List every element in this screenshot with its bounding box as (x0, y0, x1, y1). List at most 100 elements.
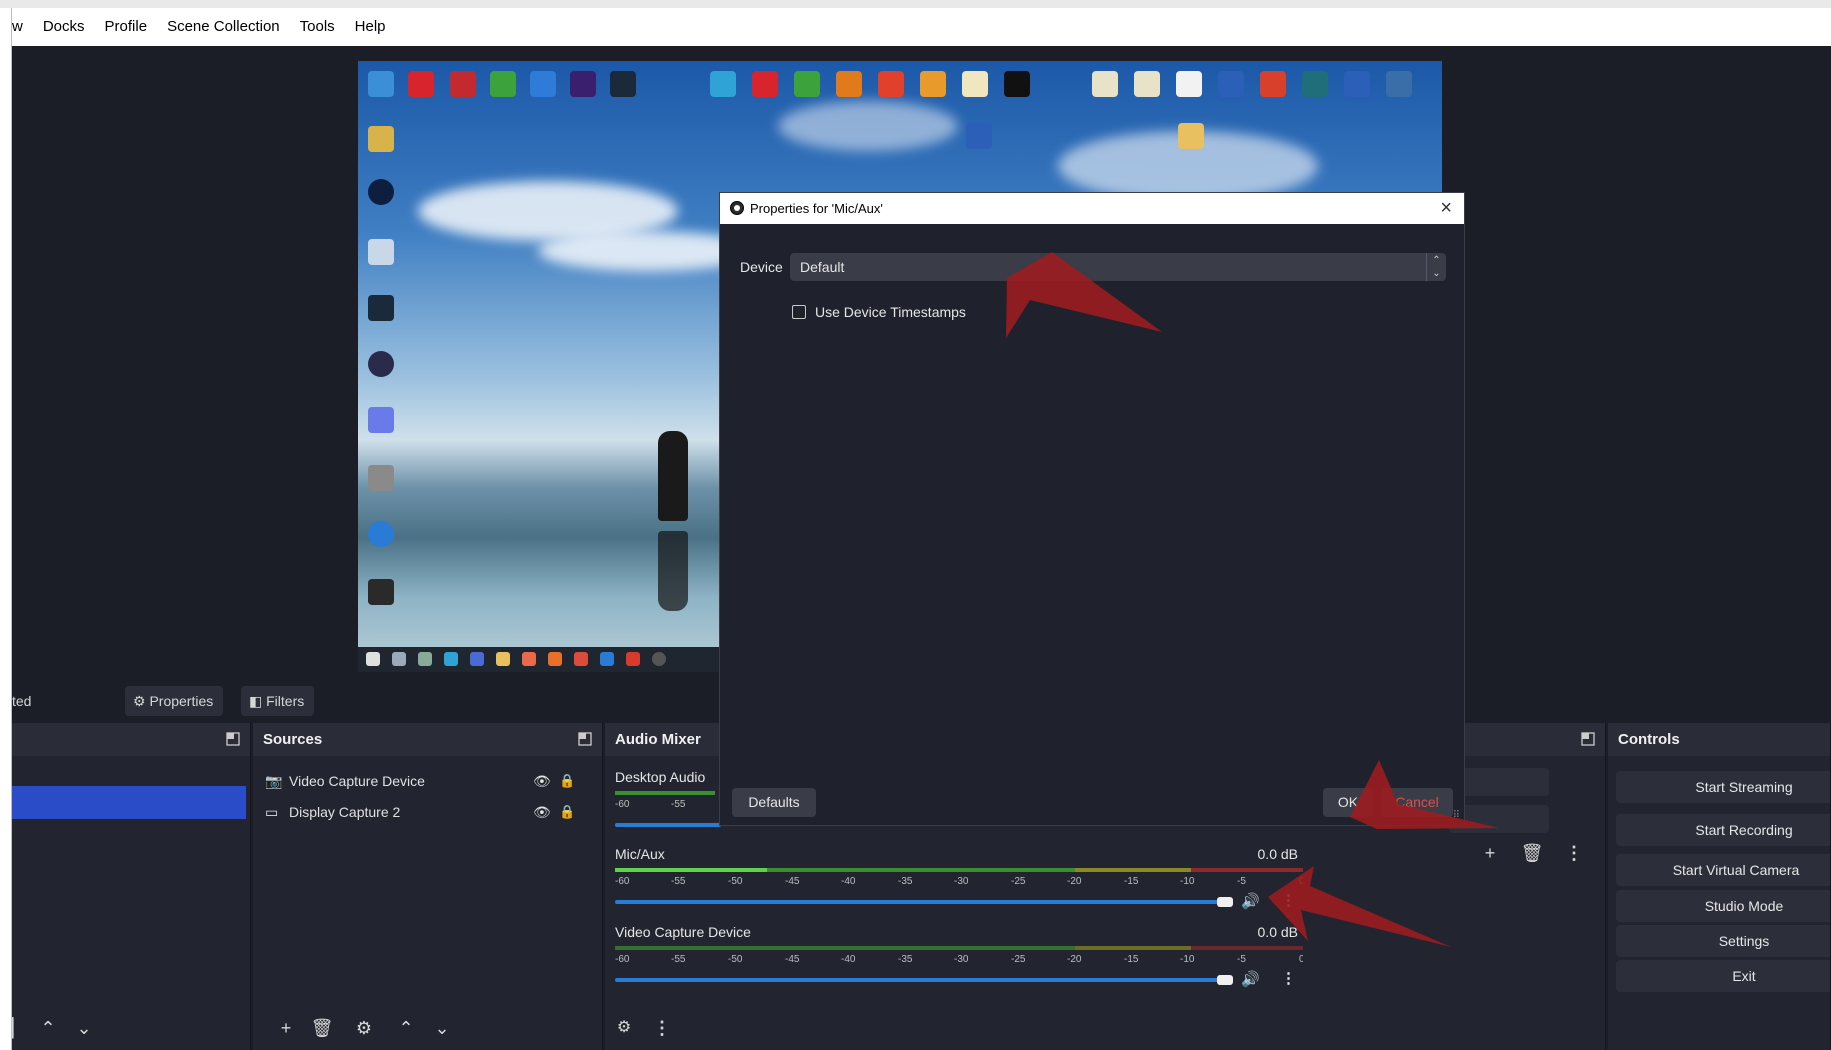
app-icon[interactable] (878, 71, 904, 97)
speaker-icon[interactable]: 🔊 (1241, 892, 1260, 910)
lock-icon[interactable]: 🔒 (559, 798, 575, 826)
mic-aux-menu-icon[interactable]: ⋮ (1281, 891, 1296, 909)
davinci-icon[interactable] (368, 351, 394, 377)
vegas-icon[interactable] (368, 295, 394, 321)
eye-icon[interactable]: 👁 (533, 767, 551, 795)
app-icon[interactable] (522, 652, 536, 666)
starcraft-icon[interactable] (1386, 71, 1412, 97)
edge-icon[interactable] (444, 652, 458, 666)
app-icon[interactable] (368, 579, 394, 605)
app-icon[interactable] (1302, 71, 1328, 97)
move-up-icon[interactable]: ⌃ (33, 1014, 63, 1042)
firefox-icon[interactable] (548, 652, 562, 666)
undock-icon[interactable] (1581, 732, 1595, 746)
source-item-display-capture[interactable]: ▭ Display Capture 2 👁 🔒 (265, 798, 575, 826)
folder-icon[interactable] (1178, 123, 1204, 149)
app-icon[interactable] (1260, 71, 1286, 97)
move-down-icon[interactable]: ⌄ (427, 1014, 457, 1042)
device-select[interactable]: Default ⌃ ⌄ (790, 253, 1446, 281)
studio-mode-button[interactable]: Studio Mode (1616, 890, 1830, 922)
add-source-icon[interactable]: + (271, 1014, 301, 1042)
menu-profile[interactable]: Profile (95, 8, 158, 46)
file-icon[interactable] (1134, 71, 1160, 97)
app-icon[interactable] (368, 407, 394, 433)
app-icon[interactable] (836, 71, 862, 97)
mic-aux-volume-knob[interactable] (1217, 897, 1233, 907)
start-streaming-button[interactable]: Start Streaming (1616, 771, 1830, 803)
app-icon[interactable] (794, 71, 820, 97)
settings-button[interactable]: Settings (1616, 925, 1830, 957)
chrome-icon[interactable] (574, 652, 588, 666)
menu-help[interactable]: Help (345, 8, 396, 46)
app-icon[interactable] (530, 71, 556, 97)
video-capture-menu-icon[interactable]: ⋮ (1281, 969, 1296, 987)
menu-scene-collection[interactable]: Scene Collection (157, 8, 290, 46)
app-icon[interactable] (368, 465, 394, 491)
source-properties-icon[interactable]: ⚙ (349, 1014, 379, 1042)
move-up-icon[interactable]: ⌃ (391, 1014, 421, 1042)
transition-menu-icon[interactable]: ⋮ (1559, 839, 1589, 867)
app-icon[interactable] (600, 652, 614, 666)
start-icon[interactable] (366, 652, 380, 666)
app-icon[interactable] (626, 652, 640, 666)
thunderbird-icon[interactable] (368, 521, 394, 547)
undock-icon[interactable] (226, 732, 240, 746)
remove-transition-icon[interactable]: 🗑 (1517, 839, 1547, 867)
ok-button[interactable]: OK (1323, 788, 1373, 817)
add-transition-icon[interactable]: + (1475, 839, 1505, 867)
teamviewer-icon[interactable] (368, 179, 394, 205)
word-doc-icon[interactable] (966, 123, 992, 149)
file-icon[interactable] (962, 71, 988, 97)
device-timestamps-checkbox[interactable] (792, 305, 806, 319)
app-icon[interactable] (470, 652, 484, 666)
cubase-icon[interactable] (408, 71, 434, 97)
app-icon[interactable] (1004, 71, 1030, 97)
menu-docks[interactable]: Docks (33, 8, 95, 46)
resize-grip-icon[interactable]: ⠿ (1453, 810, 1460, 821)
video-capture-volume-knob[interactable] (1217, 975, 1233, 985)
search-icon[interactable] (392, 652, 406, 666)
remove-source-icon[interactable]: 🗑 (307, 1014, 337, 1042)
word-doc-icon[interactable] (1218, 71, 1244, 97)
video-capture-volume-slider[interactable] (615, 978, 1227, 982)
obs-taskbar-icon[interactable] (652, 652, 666, 666)
video-capture-meter (615, 946, 1307, 950)
recycle-bin-icon[interactable] (368, 239, 394, 265)
vegas-icon[interactable] (610, 71, 636, 97)
file-icon[interactable] (1176, 71, 1202, 97)
menu-view[interactable]: w (12, 8, 33, 46)
start-recording-button[interactable]: Start Recording (1616, 814, 1830, 846)
scene-item-selected[interactable] (12, 786, 246, 819)
defaults-button[interactable]: Defaults (732, 788, 816, 817)
menu-tools[interactable]: Tools (290, 8, 345, 46)
mixer-menu-icon[interactable]: ⋮ (647, 1014, 677, 1042)
advanced-audio-properties-icon[interactable]: ⚙ (609, 1014, 639, 1042)
lock-icon[interactable]: 🔒 (559, 767, 575, 795)
cancel-button[interactable]: Cancel (1381, 788, 1453, 817)
undock-icon[interactable] (578, 732, 592, 746)
explorer-icon[interactable] (496, 652, 510, 666)
cubase-icon[interactable] (450, 71, 476, 97)
user-folder-icon[interactable] (368, 126, 394, 152)
app-icon[interactable] (1344, 71, 1370, 97)
app-icon[interactable] (752, 71, 778, 97)
this-pc-icon[interactable] (368, 71, 394, 97)
after-effects-icon[interactable] (570, 71, 596, 97)
close-icon[interactable]: × (1440, 193, 1452, 224)
app-icon[interactable] (710, 71, 736, 97)
eye-icon[interactable]: 👁 (533, 798, 551, 826)
properties-button[interactable]: ⚙ Properties (125, 686, 224, 716)
exit-button[interactable]: Exit (1616, 960, 1830, 992)
source-item-video-capture[interactable]: 📷 Video Capture Device 👁 🔒 (265, 767, 575, 795)
speaker-icon[interactable]: 🔊 (1241, 970, 1260, 988)
filters-button[interactable]: ◧ Filters (241, 686, 315, 716)
reaper-icon[interactable] (490, 71, 516, 97)
app-icon[interactable] (920, 71, 946, 97)
file-icon[interactable] (1092, 71, 1118, 97)
move-down-icon[interactable]: ⌄ (69, 1014, 99, 1042)
mic-aux-volume-slider[interactable] (615, 900, 1227, 904)
desktop-audio-volume-slider[interactable] (615, 823, 721, 827)
start-virtual-camera-button[interactable]: Start Virtual Camera (1616, 854, 1830, 886)
task-view-icon[interactable] (418, 652, 432, 666)
scene-tool-partial[interactable]: ▏ (12, 1014, 26, 1042)
